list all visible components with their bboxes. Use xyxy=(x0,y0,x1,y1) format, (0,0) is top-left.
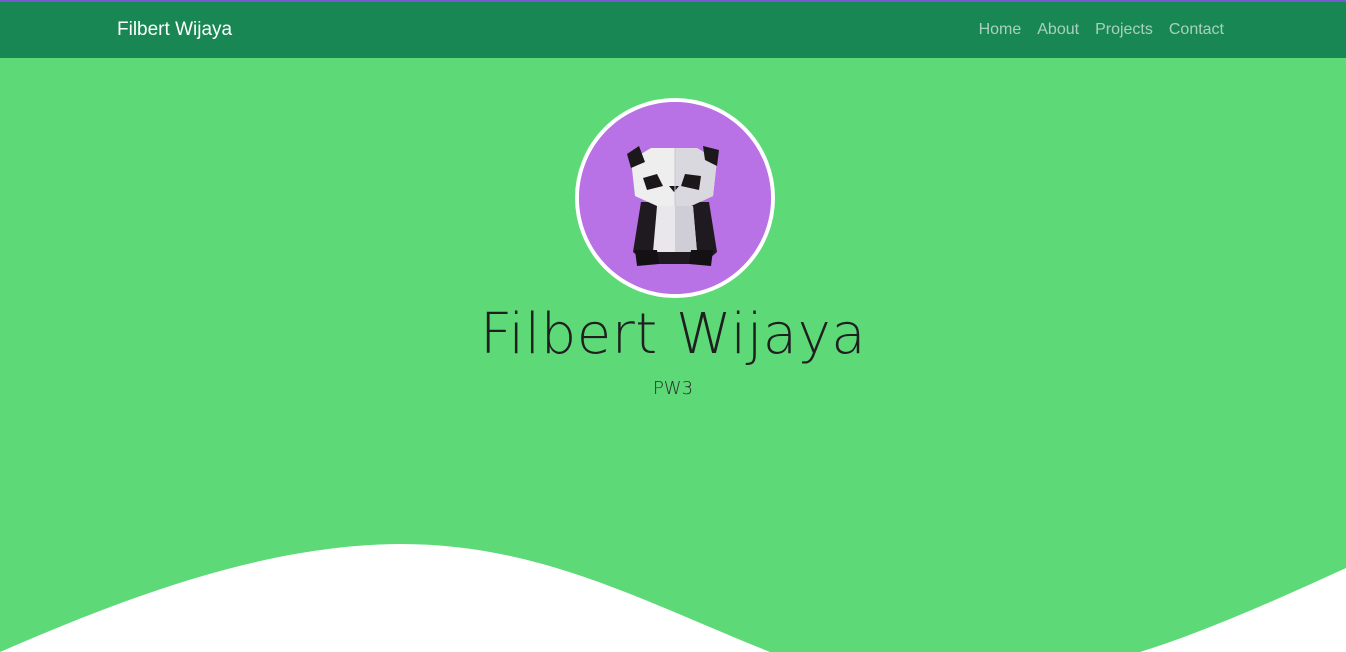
nav-link-contact[interactable]: Contact xyxy=(1169,21,1224,38)
navbar-brand[interactable]: Filbert Wijaya xyxy=(117,18,232,42)
panda-image xyxy=(579,102,771,294)
profile-avatar xyxy=(575,98,775,298)
nav-link-about[interactable]: About xyxy=(1037,21,1079,38)
nav-item-home: Home xyxy=(979,20,1022,40)
nav-link-home[interactable]: Home xyxy=(979,21,1022,38)
nav-item-projects: Projects xyxy=(1095,20,1153,40)
hero-name: Filbert Wijaya xyxy=(479,302,867,367)
nav-item-contact: Contact xyxy=(1169,20,1224,40)
navbar: Filbert Wijaya Home About Projects Conta… xyxy=(0,2,1346,58)
wave-divider xyxy=(0,544,1346,652)
hero-subtitle: PW3 xyxy=(652,378,694,399)
nav-link-projects[interactable]: Projects xyxy=(1095,21,1153,38)
nav-links: Home About Projects Contact xyxy=(979,20,1224,40)
wave-shape xyxy=(0,544,1346,652)
nav-item-about: About xyxy=(1037,20,1079,40)
